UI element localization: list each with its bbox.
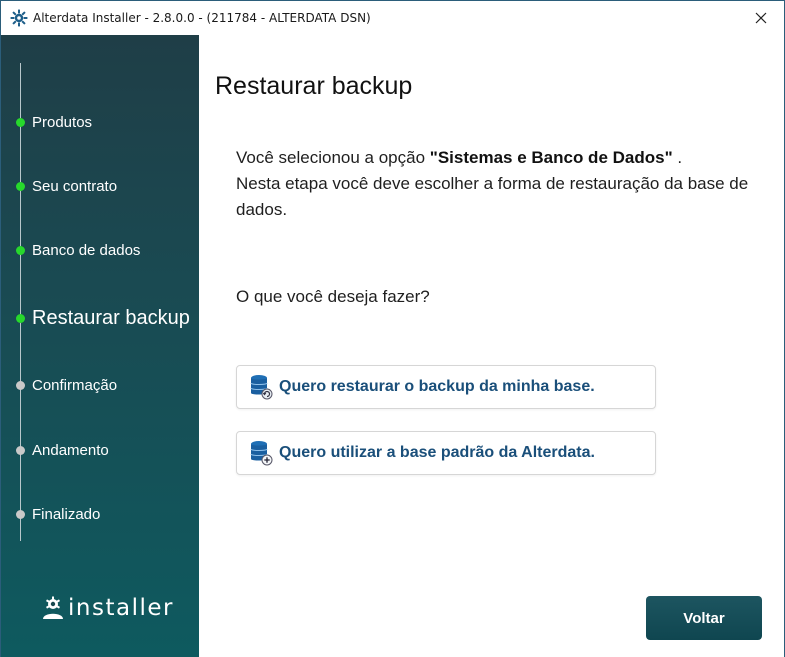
step-finalizado: Finalizado bbox=[16, 506, 100, 523]
step-label: Andamento bbox=[32, 442, 109, 459]
intro-suffix: . bbox=[672, 148, 683, 167]
alterdata-app-icon bbox=[10, 9, 28, 27]
step-label: Finalizado bbox=[32, 506, 101, 523]
steps-sidebar: Produtos Seu contrato Banco de dados Res… bbox=[1, 35, 199, 657]
use-default-base-option-button[interactable]: Quero utilizar a base padrão da Alterdat… bbox=[236, 431, 656, 475]
step-confirmacao: Confirmação bbox=[16, 377, 117, 394]
database-restore-icon bbox=[250, 375, 273, 400]
title-bar: Alterdata Installer - 2.8.0.0 - (211784 … bbox=[1, 1, 784, 35]
step-label: Restaurar backup bbox=[32, 307, 190, 329]
restore-backup-option-button[interactable]: Quero restaurar o backup da minha base. bbox=[236, 365, 656, 409]
close-button[interactable] bbox=[738, 1, 784, 35]
step-banco-de-dados: Banco de dados bbox=[16, 242, 140, 259]
step-status-dot bbox=[16, 246, 25, 255]
step-label: Produtos bbox=[32, 114, 93, 131]
question-text: O que você deseja fazer? bbox=[236, 287, 430, 306]
page-title: Restaurar backup bbox=[215, 72, 413, 100]
step-label: Seu contrato bbox=[32, 178, 118, 195]
intro-line-2: Nesta etapa você deve escolher a forma d… bbox=[236, 174, 749, 219]
logo-text: installer bbox=[68, 595, 174, 621]
step-status-dot bbox=[16, 381, 25, 390]
back-button[interactable]: Voltar bbox=[646, 596, 762, 640]
close-icon bbox=[755, 12, 767, 24]
database-add-icon bbox=[250, 441, 273, 466]
intro-prefix: Você selecionou a opção bbox=[236, 148, 430, 167]
step-status-dot bbox=[16, 446, 25, 455]
window-title: Alterdata Installer - 2.8.0.0 - (211784 … bbox=[33, 11, 371, 25]
step-status-dot bbox=[16, 314, 25, 323]
timeline-line bbox=[20, 63, 21, 541]
installer-logo: installer bbox=[41, 595, 174, 621]
option-label: Quero restaurar o backup da minha base. bbox=[279, 378, 595, 395]
step-restaurar-backup: Restaurar backup bbox=[16, 307, 190, 330]
step-label: Confirmação bbox=[32, 377, 118, 394]
option-label: Quero utilizar a base padrão da Alterdat… bbox=[279, 444, 595, 461]
step-status-dot bbox=[16, 118, 25, 127]
step-status-dot bbox=[16, 510, 25, 519]
step-seu-contrato: Seu contrato bbox=[16, 178, 117, 195]
step-produtos: Produtos bbox=[16, 114, 92, 131]
main-content: Restaurar backup Você selecionou a opção… bbox=[199, 35, 784, 657]
intro-text: Você selecionou a opção "Sistemas e Banc… bbox=[236, 145, 776, 223]
gear-person-icon bbox=[43, 596, 63, 619]
step-status-dot bbox=[16, 182, 25, 191]
step-andamento: Andamento bbox=[16, 442, 109, 459]
step-label: Banco de dados bbox=[32, 242, 141, 259]
intro-selected-option: "Sistemas e Banco de Dados" bbox=[429, 148, 673, 167]
installer-window: Alterdata Installer - 2.8.0.0 - (211784 … bbox=[0, 0, 785, 657]
